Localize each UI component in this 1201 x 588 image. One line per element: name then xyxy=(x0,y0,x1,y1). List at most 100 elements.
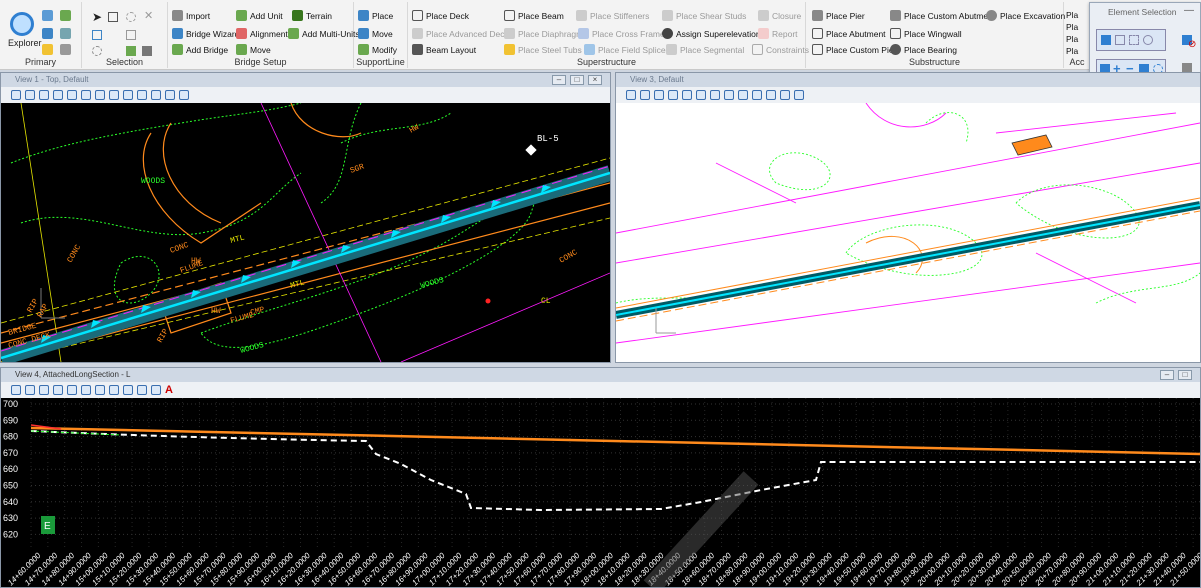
place-stiffeners-button[interactable]: Place Stiffeners xyxy=(576,10,649,21)
view-1-canvas[interactable]: BL-5 CONC CONC CONC CONC DECK BRIDGE WOO… xyxy=(1,103,610,362)
view-1-close[interactable]: × xyxy=(588,75,602,85)
select-box-icon[interactable] xyxy=(108,12,118,22)
attributes-icon[interactable] xyxy=(60,44,71,55)
report-button[interactable]: Report xyxy=(758,28,798,39)
window-area-icon[interactable] xyxy=(81,90,91,100)
view-previous-icon[interactable] xyxy=(109,385,119,395)
place-field-splices-button[interactable]: Place Field Splices xyxy=(584,44,670,55)
add-unit-button[interactable]: Add Unit xyxy=(236,10,283,21)
place-cross-frames-button[interactable]: Place Cross Frames xyxy=(578,28,669,39)
group-icon[interactable] xyxy=(142,46,152,56)
minimize-icon[interactable]: — xyxy=(1184,5,1194,16)
terrain-button[interactable]: Terrain xyxy=(292,10,332,21)
place-wingwall-button[interactable]: Place Wingwall xyxy=(890,28,962,39)
update-view-icon[interactable] xyxy=(654,90,664,100)
assign-superelevation-button[interactable]: Assign Superelevation xyxy=(662,28,761,39)
beam-layout-button[interactable]: Beam Layout xyxy=(412,44,476,55)
fit-view-icon[interactable] xyxy=(710,90,720,100)
view-next-icon[interactable] xyxy=(766,90,776,100)
zoom-out-icon[interactable] xyxy=(67,90,77,100)
zoom-out-icon[interactable] xyxy=(53,385,63,395)
view-attributes-icon[interactable] xyxy=(11,385,21,395)
block-method-icon[interactable] xyxy=(1115,35,1125,45)
select-by-attributes-icon[interactable] xyxy=(126,46,136,56)
supportline-modify-button[interactable]: Modify xyxy=(358,44,397,55)
place-bearing-button[interactable]: Place Bearing xyxy=(890,44,957,55)
pan-view-icon[interactable] xyxy=(95,385,105,395)
view-previous-icon[interactable] xyxy=(137,90,147,100)
models-icon[interactable] xyxy=(42,28,53,39)
closure-button[interactable]: Closure xyxy=(758,10,801,21)
chart-icon[interactable] xyxy=(151,385,161,395)
place-deck-button[interactable]: Place Deck xyxy=(412,10,469,21)
select-circle-icon[interactable] xyxy=(126,12,136,22)
bridge-move-button[interactable]: Move xyxy=(236,44,271,55)
view-4-canvas[interactable]: 700 690 680 670 660 650 640 630 620 14+60.0000 14… xyxy=(1,398,1200,587)
place-diaphragms-button[interactable]: Place Diaphragms xyxy=(504,28,587,39)
profile-icon[interactable] xyxy=(137,385,147,395)
display-style-icon[interactable] xyxy=(25,90,35,100)
place-excavation-button[interactable]: Place Excavation xyxy=(986,10,1065,21)
acc-item-1[interactable]: Pla xyxy=(1066,10,1078,20)
place-custom-pier-button[interactable]: Place Custom Pier xyxy=(812,44,896,55)
fit-view-icon[interactable] xyxy=(95,90,105,100)
clip-volume-icon[interactable] xyxy=(165,90,175,100)
place-shear-studs-button[interactable]: Place Shear Studs xyxy=(662,10,746,21)
window-area-icon[interactable] xyxy=(67,385,77,395)
lasso-icon[interactable] xyxy=(92,46,102,56)
view-4-minimize[interactable]: – xyxy=(1160,370,1174,380)
place-custom-abutment-button[interactable]: Place Custom Abutment xyxy=(890,10,995,21)
add-bridge-button[interactable]: Add Bridge xyxy=(172,44,228,55)
select-fence-icon[interactable] xyxy=(126,30,136,40)
view-3-canvas[interactable] xyxy=(616,103,1200,362)
view-1-minimize[interactable]: – xyxy=(552,75,566,85)
rotate-view-icon[interactable] xyxy=(109,90,119,100)
constraints-button[interactable]: Constraints xyxy=(752,44,809,55)
view-previous-icon[interactable] xyxy=(752,90,762,100)
clip-volume-icon[interactable] xyxy=(780,90,790,100)
place-steel-tubs-button[interactable]: Place Steel Tubs xyxy=(504,44,582,55)
camera-icon[interactable] xyxy=(794,90,804,100)
individual-method-icon[interactable] xyxy=(1101,35,1111,45)
fit-view-icon[interactable] xyxy=(81,385,91,395)
zoom-in-icon[interactable] xyxy=(668,90,678,100)
view-next-icon[interactable] xyxy=(151,90,161,100)
import-button[interactable]: Import xyxy=(172,10,210,21)
place-advanced-deck-button[interactable]: Place Advanced Deck xyxy=(412,28,509,39)
update-view-icon[interactable] xyxy=(25,385,35,395)
shape-method-icon[interactable] xyxy=(1129,35,1139,45)
acc-item-4[interactable]: Pla xyxy=(1066,46,1078,56)
view-attributes-icon[interactable] xyxy=(11,90,21,100)
display-style-icon[interactable] xyxy=(640,90,650,100)
pan-view-icon[interactable] xyxy=(123,90,133,100)
place-segmental-button[interactable]: Place Segmental xyxy=(666,44,744,55)
line-method-icon[interactable] xyxy=(1143,35,1153,45)
view-3[interactable]: View 3, Default xyxy=(615,72,1201,363)
select-all-icon[interactable] xyxy=(92,30,102,40)
zoom-in-icon[interactable] xyxy=(39,385,49,395)
view-4[interactable]: View 4, AttachedLongSection - L – □ A 70… xyxy=(0,367,1201,588)
rotate-view-icon[interactable] xyxy=(724,90,734,100)
place-pier-button[interactable]: Place Pier xyxy=(812,10,865,21)
view-next-icon[interactable] xyxy=(123,385,133,395)
deselect-icon[interactable]: ✕ xyxy=(144,9,153,22)
update-view-icon[interactable] xyxy=(39,90,49,100)
acc-item-2[interactable]: Pla xyxy=(1066,22,1078,32)
properties-icon[interactable] xyxy=(42,10,53,21)
zoom-in-icon[interactable] xyxy=(53,90,63,100)
pan-view-icon[interactable] xyxy=(738,90,748,100)
supportline-move-button[interactable]: Move xyxy=(358,28,393,39)
view-4-maximize[interactable]: □ xyxy=(1178,370,1192,380)
select-arrow-icon[interactable]: ➤ xyxy=(92,10,102,24)
view-1[interactable]: View 1 - Top, Default – □ × BL-5 CONC CO… xyxy=(0,72,611,363)
text-style-icon[interactable]: A xyxy=(165,384,173,396)
bridge-wizard-button[interactable]: Bridge Wizard xyxy=(172,28,239,39)
view-1-maximize[interactable]: □ xyxy=(570,75,584,85)
place-beam-button[interactable]: Place Beam xyxy=(504,10,564,21)
place-abutment-button[interactable]: Place Abutment xyxy=(812,28,886,39)
supportline-place-button[interactable]: Place xyxy=(358,10,393,21)
acc-item-3[interactable]: Pla xyxy=(1066,34,1078,44)
window-area-icon[interactable] xyxy=(696,90,706,100)
references-icon[interactable] xyxy=(60,28,71,39)
view-attributes-icon[interactable] xyxy=(626,90,636,100)
